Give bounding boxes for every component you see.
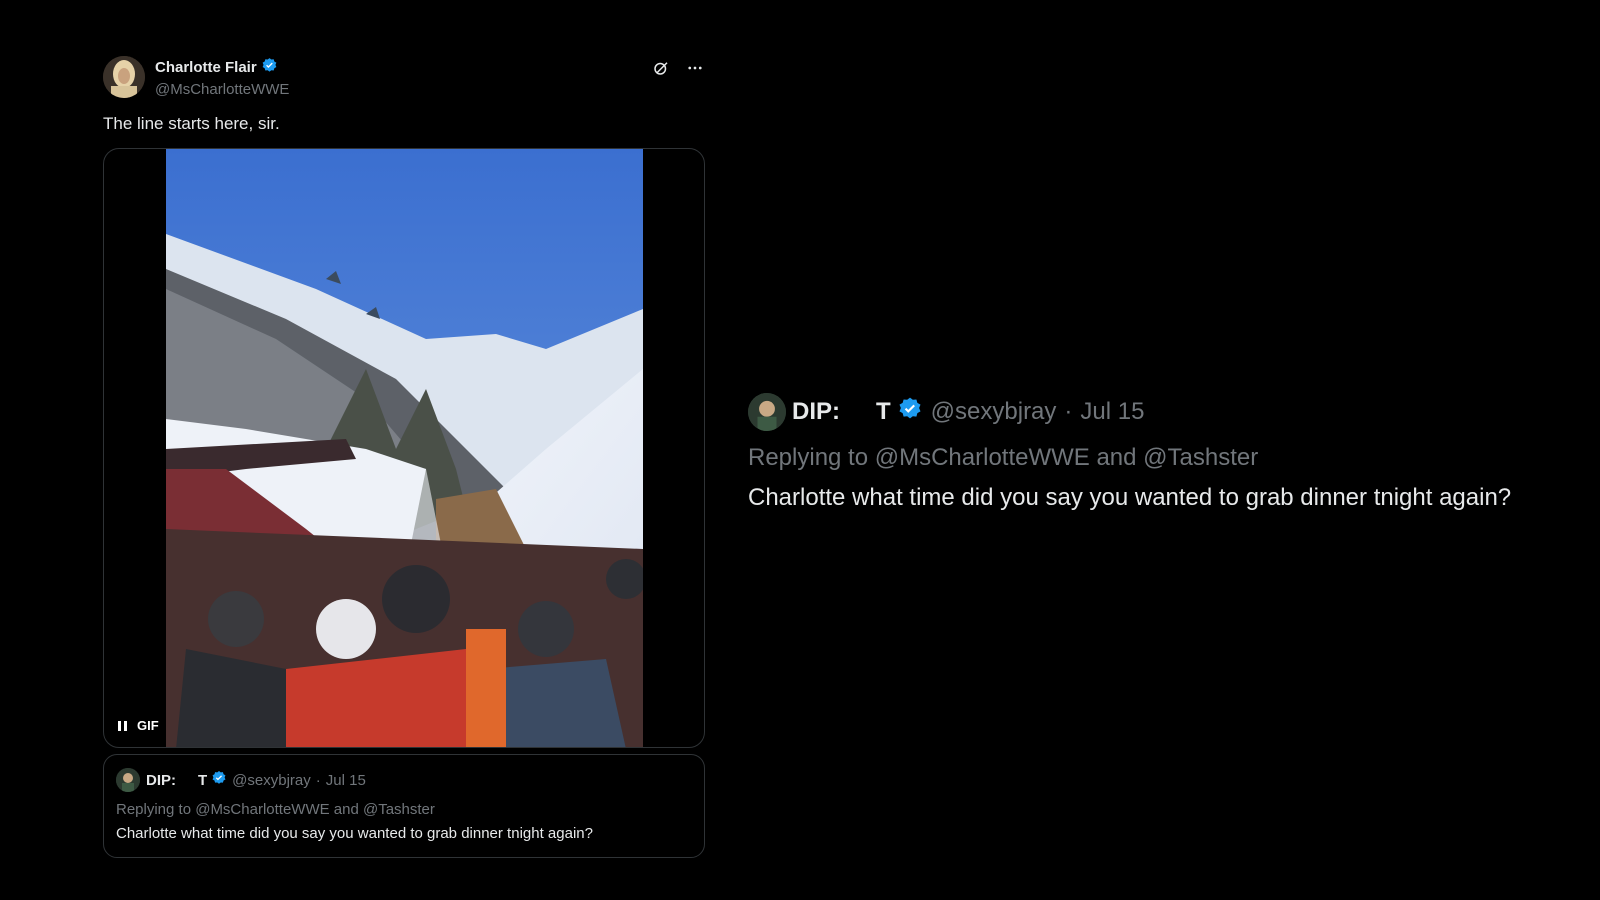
ski-line-gif-image (166, 149, 643, 747)
zoomed-handle: @sexybjray (930, 398, 1057, 425)
zoomed-author-name-part2: T (876, 398, 891, 425)
quoted-tweet-header: DIP: T @sexybjray · Jul 15 (116, 768, 692, 792)
quoted-separator: · (315, 771, 321, 789)
zoomed-date: Jul 15 (1080, 398, 1145, 425)
zoomed-quote-header: DIP: T @sexybjray · Jul 15 (748, 393, 1568, 431)
author-handle[interactable]: @MsCharlotteWWE (155, 81, 289, 98)
zoomed-avatar (748, 393, 786, 431)
quoted-author-name-part2[interactable]: T (198, 772, 207, 789)
header-actions (651, 58, 705, 78)
author-block: Charlotte Flair @MsCharlotteWWE (155, 57, 289, 98)
author-name-row[interactable]: Charlotte Flair (155, 57, 278, 78)
quoted-handle[interactable]: @sexybjray (232, 772, 311, 789)
gif-controls: GIF (118, 718, 159, 733)
gif-media[interactable]: GIF (103, 148, 705, 748)
tweet-header: Charlotte Flair @MsCharlotteWWE (103, 54, 705, 100)
verified-badge-icon (261, 57, 278, 78)
quoted-text: Charlotte what time did you say you want… (116, 825, 593, 842)
verified-badge-icon (897, 396, 923, 429)
grok-icon[interactable] (651, 58, 671, 78)
quoted-replying-to: Replying to @MsCharlotteWWE and @Tashste… (116, 801, 435, 818)
quoted-author-name-part1[interactable]: DIP: (146, 772, 176, 789)
avatar[interactable] (103, 56, 145, 98)
quoted-tweet[interactable]: DIP: T @sexybjray · Jul 15 Replying to @… (103, 754, 705, 858)
more-icon[interactable] (685, 58, 705, 78)
tweet-card[interactable]: Charlotte Flair @MsCharlotteWWE The line… (103, 54, 705, 858)
zoomed-replying-to: Replying to @MsCharlotteWWE and @Tashste… (748, 444, 1259, 471)
quoted-date[interactable]: Jul 15 (326, 772, 366, 789)
quoted-avatar[interactable] (116, 768, 140, 792)
zoomed-separator: · (1064, 398, 1073, 425)
pause-icon[interactable] (118, 720, 127, 731)
verified-badge-icon (211, 770, 227, 790)
author-name[interactable]: Charlotte Flair (155, 59, 257, 76)
zoomed-text: Charlotte what time did you say you want… (748, 484, 1512, 511)
zoomed-quote: DIP: T @sexybjray · Jul 15 Replying to @… (748, 393, 1568, 512)
gif-badge: GIF (137, 718, 159, 733)
tweet-text: The line starts here, sir. (103, 114, 280, 133)
zoomed-author-name-part1: DIP: (792, 398, 840, 425)
